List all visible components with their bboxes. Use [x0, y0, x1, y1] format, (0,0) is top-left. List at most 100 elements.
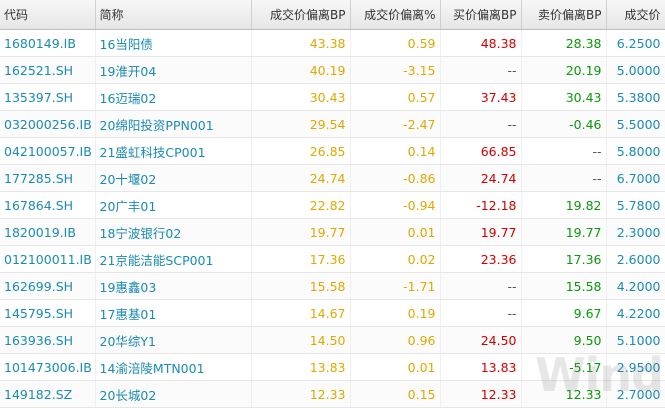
cell-code[interactable]: 162521.SH [0, 56, 96, 84]
cell-code[interactable]: 1680149.IB [0, 29, 96, 57]
cell-deal-pct: 0.96 [350, 326, 441, 354]
cell-yield: 2.7000 [606, 380, 665, 408]
cell-sell-bp: 17.36 [521, 245, 607, 273]
cell-sell-bp: 15.58 [521, 272, 607, 300]
cell-code[interactable]: 167864.SH [0, 191, 96, 219]
cell-code[interactable]: 012100011.IB [0, 245, 96, 273]
cell-code[interactable]: 163936.SH [0, 326, 96, 354]
cell-deal-pct: -0.94 [350, 191, 441, 219]
cell-name[interactable]: 14渝涪陵MTN001 [95, 353, 252, 381]
cell-deal-pct: 0.14 [350, 137, 441, 165]
cell-yield: 5.7800 [606, 191, 665, 219]
table-row[interactable]: 135397.SH 16迈瑞02 30.43 0.57 37.43 30.43 5.3800 [0, 83, 665, 111]
table-row[interactable]: 032000256.IB 20绵阳投资PPN001 29.54 -2.47 -- -0.4… [0, 110, 665, 138]
cell-sell-bp: 9.50 [521, 326, 607, 354]
cell-name[interactable]: 19惠鑫03 [95, 272, 252, 300]
table-row[interactable]: 162699.SH 19惠鑫03 15.58 -1.71 -- 15.58 4.2000 [0, 272, 665, 300]
col-header-sell-bp[interactable]: 卖价偏离BP [521, 0, 607, 30]
cell-deal-pct: 0.57 [350, 83, 441, 111]
cell-buy-bp: -- [440, 299, 522, 327]
cell-deal-bp: 40.19 [251, 56, 351, 84]
cell-name[interactable]: 18宁波银行02 [95, 218, 252, 246]
col-header-deal-pct[interactable]: 成交价偏离% [350, 0, 441, 30]
cell-sell-bp: 19.82 [521, 191, 607, 219]
cell-code[interactable]: 1820019.IB [0, 218, 96, 246]
cell-buy-bp: -- [440, 110, 522, 138]
cell-deal-bp: 17.36 [251, 245, 351, 273]
cell-deal-bp: 24.74 [251, 164, 351, 192]
cell-code[interactable]: 149182.SZ [0, 380, 96, 408]
cell-name[interactable]: 16迈瑞02 [95, 83, 252, 111]
cell-deal-pct: 0.15 [350, 380, 441, 408]
header-row: 代码 简称 成交价偏离BP 成交价偏离% 买价偏离BP 卖价偏离BP 成交价 [0, 0, 665, 30]
table-row[interactable]: 1680149.IB 16当阳债 43.38 0.59 48.38 28.38 6.2500 [0, 29, 665, 57]
cell-yield: 5.8000 [606, 137, 665, 165]
table-row[interactable]: 1820019.IB 18宁波银行02 19.77 0.01 19.77 19.77 2.3… [0, 218, 665, 246]
table-body: 1680149.IB 16当阳债 43.38 0.59 48.38 28.38 6.2500… [0, 29, 665, 408]
cell-deal-pct: -2.47 [350, 110, 441, 138]
table-row[interactable]: 012100011.IB 21京能洁能SCP001 17.36 0.02 23.36 17… [0, 245, 665, 273]
cell-name[interactable]: 20长城02 [95, 380, 252, 408]
cell-name[interactable]: 16当阳债 [95, 29, 252, 57]
cell-buy-bp: 12.33 [440, 380, 522, 408]
cell-yield: 5.1000 [606, 326, 665, 354]
cell-deal-bp: 15.58 [251, 272, 351, 300]
cell-code[interactable]: 101473006.IB [0, 353, 96, 381]
cell-buy-bp: 13.83 [440, 353, 522, 381]
cell-deal-pct: 0.19 [350, 299, 441, 327]
table-row[interactable]: 162521.SH 19淮开04 40.19 -3.15 -- 20.19 5.0000 [0, 56, 665, 84]
cell-deal-pct: -1.71 [350, 272, 441, 300]
col-header-name[interactable]: 简称 [95, 0, 252, 30]
cell-code[interactable]: 162699.SH [0, 272, 96, 300]
cell-yield: 5.0000 [606, 56, 665, 84]
cell-sell-bp: -5.17 [521, 353, 607, 381]
table-row[interactable]: 167864.SH 20广丰01 22.82 -0.94 -12.18 19.82 5.78… [0, 191, 665, 219]
cell-yield: 5.5000 [606, 110, 665, 138]
cell-yield: 5.3800 [606, 83, 665, 111]
cell-sell-bp: 9.67 [521, 299, 607, 327]
cell-name[interactable]: 21京能洁能SCP001 [95, 245, 252, 273]
table-row[interactable]: 149182.SZ 20长城02 12.33 0.15 12.33 12.33 2.7000 [0, 380, 665, 408]
cell-deal-pct: 0.59 [350, 29, 441, 57]
cell-sell-bp: 30.43 [521, 83, 607, 111]
cell-yield: 2.3000 [606, 218, 665, 246]
table-row[interactable]: 177285.SH 20十堰02 24.74 -0.86 24.74 -- 6.7000 [0, 164, 665, 192]
cell-sell-bp: 28.38 [521, 29, 607, 57]
cell-code[interactable]: 042100057.IB [0, 137, 96, 165]
cell-name[interactable]: 20十堰02 [95, 164, 252, 192]
cell-buy-bp: 23.36 [440, 245, 522, 273]
cell-deal-bp: 14.67 [251, 299, 351, 327]
cell-name[interactable]: 21盛虹科技CP001 [95, 137, 252, 165]
table-row[interactable]: 145795.SH 17惠基01 14.67 0.19 -- 9.67 4.2200 [0, 299, 665, 327]
cell-deal-bp: 29.54 [251, 110, 351, 138]
cell-deal-bp: 13.83 [251, 353, 351, 381]
col-header-yield[interactable]: 成交价 [606, 0, 665, 30]
cell-name[interactable]: 17惠基01 [95, 299, 252, 327]
cell-buy-bp: -- [440, 56, 522, 84]
bond-table: 代码 简称 成交价偏离BP 成交价偏离% 买价偏离BP 卖价偏离BP 成交价 1… [0, 0, 665, 408]
cell-name[interactable]: 19淮开04 [95, 56, 252, 84]
cell-deal-bp: 26.85 [251, 137, 351, 165]
cell-buy-bp: 24.74 [440, 164, 522, 192]
col-header-code[interactable]: 代码 [0, 0, 96, 30]
cell-code[interactable]: 032000256.IB [0, 110, 96, 138]
cell-deal-pct: -0.86 [350, 164, 441, 192]
cell-code[interactable]: 135397.SH [0, 83, 96, 111]
cell-deal-pct: -3.15 [350, 56, 441, 84]
table-row[interactable]: 163936.SH 20华综Y1 14.50 0.96 24.50 9.50 5.1000 [0, 326, 665, 354]
col-header-deal-bp[interactable]: 成交价偏离BP [251, 0, 351, 30]
cell-sell-bp: -0.46 [521, 110, 607, 138]
cell-buy-bp: 37.43 [440, 83, 522, 111]
cell-name[interactable]: 20广丰01 [95, 191, 252, 219]
cell-name[interactable]: 20华综Y1 [95, 326, 252, 354]
table-row[interactable]: 042100057.IB 21盛虹科技CP001 26.85 0.14 66.85 -- 5… [0, 137, 665, 165]
table-row[interactable]: 101473006.IB 14渝涪陵MTN001 13.83 0.01 13.83 -5.… [0, 353, 665, 381]
cell-deal-pct: 0.01 [350, 353, 441, 381]
cell-buy-bp: 48.38 [440, 29, 522, 57]
cell-name[interactable]: 20绵阳投资PPN001 [95, 110, 252, 138]
cell-code[interactable]: 145795.SH [0, 299, 96, 327]
cell-code[interactable]: 177285.SH [0, 164, 96, 192]
col-header-buy-bp[interactable]: 买价偏离BP [440, 0, 522, 30]
cell-buy-bp: 19.77 [440, 218, 522, 246]
cell-yield: 2.9500 [606, 353, 665, 381]
